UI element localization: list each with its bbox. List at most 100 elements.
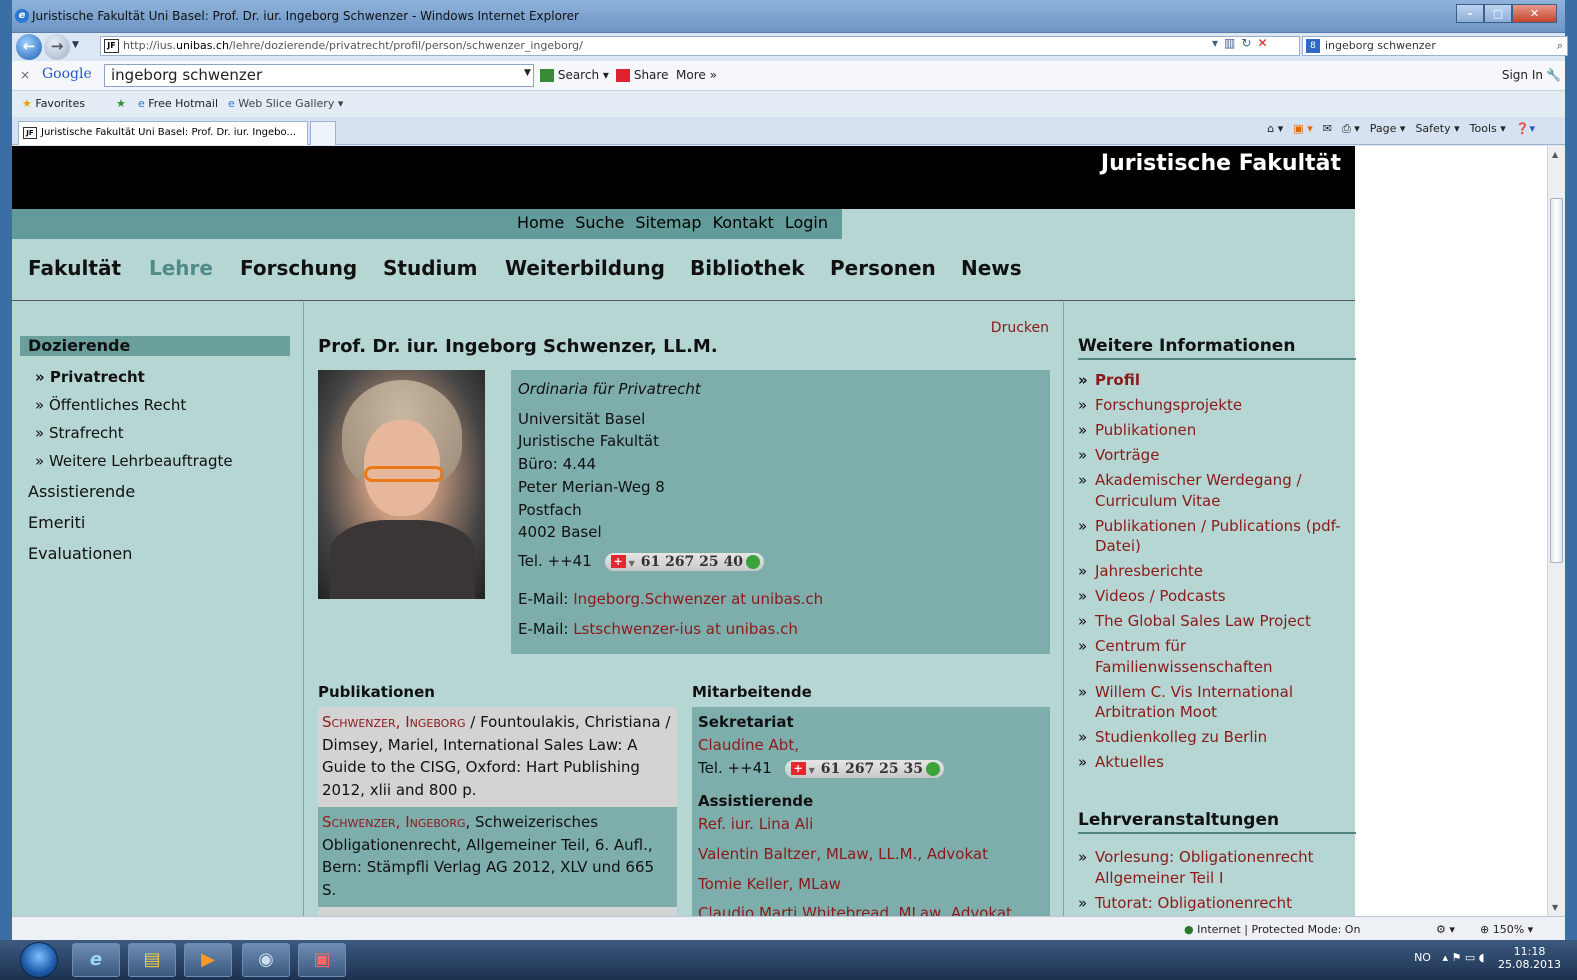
course-link[interactable]: Vorlesung: Obligationenrecht Allgemeiner…	[1078, 847, 1350, 888]
safety-menu[interactable]: Safety ▾	[1415, 122, 1459, 136]
email-link-2[interactable]: Lstschwenzer-ius at unibas.ch	[573, 620, 798, 638]
back-button[interactable]: ←	[16, 34, 42, 60]
main-nav-weiterbildung[interactable]: Weiterbildung	[505, 256, 665, 280]
phone-widget[interactable]: + ▼ 61 267 25 35	[784, 759, 945, 778]
info-link-profil[interactable]: Profil	[1078, 370, 1350, 391]
info-link[interactable]: Vorträge	[1078, 445, 1350, 466]
refresh-icon[interactable]: ↻	[1241, 36, 1251, 50]
wrench-icon[interactable]: 🔧	[1546, 68, 1561, 82]
sidebar-item-evaluationen[interactable]: Evaluationen	[28, 544, 132, 563]
google-share-button[interactable]: Share	[616, 68, 668, 82]
nav-contact[interactable]: Kontakt	[713, 213, 774, 232]
taskbar-media-icon[interactable]: ▶	[184, 943, 232, 977]
add-favorite-icon[interactable]: ★	[116, 97, 126, 110]
main-nav-news[interactable]: News	[961, 256, 1022, 280]
zoom-control[interactable]: ⊕ 150% ▾	[1480, 923, 1533, 936]
stop-icon[interactable]: ✕	[1257, 36, 1267, 50]
main-nav-lehre[interactable]: Lehre	[149, 256, 213, 280]
info-link[interactable]: Forschungsprojekte	[1078, 395, 1350, 416]
free-hotmail-link[interactable]: e Free Hotmail	[138, 97, 218, 110]
google-more-button[interactable]: More »	[676, 68, 717, 82]
info-link[interactable]: Publikationen / Publications (pdf-Datei)	[1078, 516, 1350, 557]
taskbar-powerpoint-icon[interactable]: ▣	[298, 943, 346, 977]
taskbar-network-icon[interactable]: ◉	[242, 943, 290, 977]
main-nav-bibliothek[interactable]: Bibliothek	[690, 256, 805, 280]
forward-button[interactable]: →	[44, 34, 70, 60]
taskbar-explorer-icon[interactable]: ▤	[128, 943, 176, 977]
clock[interactable]: 11:18 25.08.2013	[1498, 945, 1561, 971]
sidebar-item-assistierende[interactable]: Assistierende	[28, 482, 135, 501]
phone-widget[interactable]: + ▼ 61 267 25 40	[604, 552, 765, 571]
minimize-button[interactable]: –	[1456, 4, 1484, 23]
new-tab-button[interactable]	[310, 121, 336, 145]
assistant-link[interactable]: Tomie Keller, MLaw	[698, 875, 841, 893]
favorites-button[interactable]: ★ Favorites	[22, 97, 85, 110]
close-button[interactable]: ✕	[1512, 4, 1557, 23]
toolbar-close-icon[interactable]: ×	[20, 68, 30, 82]
publication-author-link[interactable]: Schwenzer, Ingeborg	[322, 713, 466, 731]
secretary-link[interactable]: Claudine Abt,	[698, 736, 799, 754]
protected-mode-icon[interactable]: ⚙ ▾	[1436, 923, 1455, 936]
nav-search[interactable]: Suche	[575, 213, 624, 232]
publication-author-link[interactable]: Schwenzer, Ingeborg	[322, 813, 466, 831]
info-link[interactable]: Centrum für Familienwissenschaften	[1078, 636, 1350, 677]
assistant-link[interactable]: Claudio Marti Whitebread, MLaw, Advokat	[698, 904, 1012, 916]
feeds-icon[interactable]: ▣ ▾	[1293, 122, 1312, 136]
search-input[interactable]: 8 ingeborg schwenzer ⌕	[1302, 36, 1568, 56]
print-icon[interactable]: ⎙ ▾	[1342, 122, 1360, 136]
sidebar-item-weitere-lehrbeauftragte[interactable]: » Weitere Lehrbeauftragte	[35, 452, 233, 470]
web-slice-gallery-link[interactable]: e Web Slice Gallery ▾	[228, 97, 343, 110]
main-nav-studium[interactable]: Studium	[383, 256, 477, 280]
info-link[interactable]: Willem C. Vis International Arbitration …	[1078, 682, 1350, 723]
info-link[interactable]: Akademischer Werdegang / Curriculum Vita…	[1078, 470, 1350, 511]
address-bar[interactable]: JF http://ius.unibas.ch/lehre/dozierende…	[100, 36, 1300, 56]
sidebar-item-emeriti[interactable]: Emeriti	[28, 513, 85, 532]
google-search-input[interactable]: ingeborg schwenzer	[104, 64, 534, 87]
course-link[interactable]: Tutorat: Obligationenrecht	[1078, 893, 1350, 914]
info-link[interactable]: Studienkolleg zu Berlin	[1078, 727, 1350, 748]
main-nav-forschung[interactable]: Forschung	[240, 256, 357, 280]
info-link[interactable]: Jahresberichte	[1078, 561, 1350, 582]
tray-icons[interactable]: ▴ ⚑ ▭ ◖	[1442, 951, 1484, 964]
sidebar-section-dozierende[interactable]: Dozierende	[20, 336, 290, 356]
scroll-up-icon[interactable]: ▲	[1552, 150, 1558, 159]
sidebar-item-privatrecht[interactable]: » Privatrecht	[35, 368, 145, 386]
print-link[interactable]: Drucken	[991, 320, 1049, 336]
language-indicator[interactable]: NO	[1414, 951, 1431, 964]
nav-home[interactable]: Home	[517, 213, 564, 232]
sidebar-item-oeffentliches-recht[interactable]: » Öffentliches Recht	[35, 396, 186, 414]
start-button[interactable]	[20, 942, 58, 978]
email-link-1[interactable]: Ingeborg.Schwenzer at unibas.ch	[573, 590, 823, 608]
compatibility-icon[interactable]: ▥	[1224, 36, 1235, 50]
search-icon[interactable]: ⌕	[1557, 37, 1563, 55]
info-link[interactable]: Publikationen	[1078, 420, 1350, 441]
taskbar-ie-icon[interactable]: e	[72, 943, 120, 977]
info-link[interactable]: The Global Sales Law Project	[1078, 611, 1350, 632]
address-dropdown-icon[interactable]: ▾	[1212, 36, 1218, 50]
history-dropdown-icon[interactable]: ▼	[72, 40, 79, 50]
page-menu[interactable]: Page ▾	[1370, 122, 1406, 136]
main-nav-fakultaet[interactable]: Fakultät	[28, 256, 121, 280]
assistant-link[interactable]: Ref. iur. Lina Ali	[698, 815, 813, 833]
home-icon[interactable]: ⌂ ▾	[1267, 122, 1283, 136]
sidebar-item-strafrecht[interactable]: » Strafrecht	[35, 424, 124, 442]
assistant-link[interactable]: Valentin Baltzer, MLaw, LL.M., Advokat	[698, 845, 988, 863]
vertical-scrollbar[interactable]: ▲ ▼	[1547, 146, 1565, 916]
scroll-thumb[interactable]	[1550, 198, 1563, 563]
mail-icon[interactable]: ✉	[1323, 122, 1332, 136]
tools-menu[interactable]: Tools ▾	[1470, 122, 1506, 136]
main-nav-personen[interactable]: Personen	[830, 256, 936, 280]
google-sign-in-button[interactable]: Sign In	[1502, 68, 1543, 82]
maximize-button[interactable]: □	[1484, 4, 1512, 23]
google-search-button[interactable]: Search ▾	[540, 68, 609, 82]
scroll-down-icon[interactable]: ▼	[1552, 903, 1558, 912]
google-dropdown-icon[interactable]: ▼	[524, 68, 531, 78]
help-icon[interactable]: ❓▾	[1516, 122, 1535, 136]
info-link[interactable]: Aktuelles	[1078, 752, 1350, 773]
nav-login[interactable]: Login	[785, 213, 828, 232]
tab-active[interactable]: JF Juristische Fakultät Uni Basel: Prof. …	[18, 121, 308, 145]
swiss-flag-icon: +	[790, 762, 806, 775]
nav-sitemap[interactable]: Sitemap	[635, 213, 701, 232]
clock-date: 25.08.2013	[1498, 958, 1561, 971]
info-link[interactable]: Videos / Podcasts	[1078, 586, 1350, 607]
